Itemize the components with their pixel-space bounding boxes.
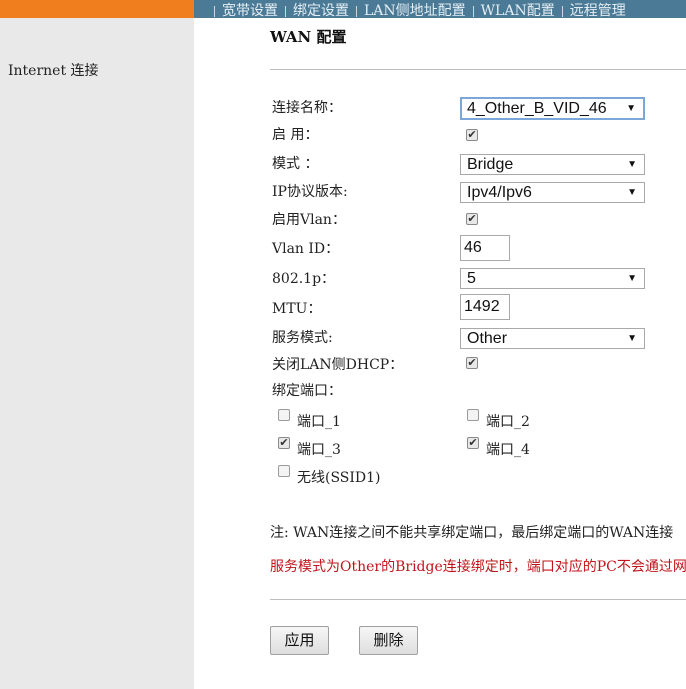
note-shared-ports: 注: WAN连接之间不能共享绑定端口，最后绑定端口的WAN连接 xyxy=(270,525,674,541)
port-1-checkbox[interactable] xyxy=(278,409,290,421)
nav-item-binding[interactable]: 绑定设置 xyxy=(285,4,356,18)
chevron-down-icon: ▼ xyxy=(627,333,637,344)
port-1-label: 端口_1 xyxy=(297,414,341,430)
disable-lan-dhcp-label: 关闭LAN侧DHCP： xyxy=(272,357,404,373)
port-2-label: 端口_2 xyxy=(486,414,530,430)
brand-strip xyxy=(0,0,194,18)
main-content: WAN 配置 连接名称： 4_Other_B_VID_46 ▼ 启 用： 模式 … xyxy=(194,18,686,689)
service-mode-label: 服务模式: xyxy=(272,330,333,346)
port-3-checkbox[interactable] xyxy=(278,437,290,449)
nav-item-broadband[interactable]: 宽带设置 xyxy=(214,4,285,18)
apply-button[interactable]: 应用 xyxy=(270,626,329,655)
priority-8021p-select[interactable]: 5 ▼ xyxy=(460,268,645,289)
connection-name-label: 连接名称： xyxy=(272,100,342,116)
delete-button[interactable]: 删除 xyxy=(359,626,418,655)
enable-checkbox[interactable] xyxy=(466,129,478,141)
nav-item-remote[interactable]: 远程管理 xyxy=(561,4,633,18)
ip-version-label: IP协议版本: xyxy=(272,184,348,200)
port-2-checkbox[interactable] xyxy=(467,409,479,421)
chevron-down-icon: ▼ xyxy=(627,273,637,284)
chevron-down-icon: ▼ xyxy=(627,187,637,198)
ssid1-checkbox[interactable] xyxy=(278,465,290,477)
service-mode-select[interactable]: Other ▼ xyxy=(460,328,645,349)
connection-name-value: 4_Other_B_VID_46 xyxy=(467,100,607,117)
ssid1-label: 无线(SSID1) xyxy=(297,470,381,486)
mode-value: Bridge xyxy=(467,156,514,173)
connection-name-select[interactable]: 4_Other_B_VID_46 ▼ xyxy=(460,97,645,120)
enable-vlan-label: 启用Vlan： xyxy=(272,212,346,228)
vlan-id-label: Vlan ID： xyxy=(272,241,340,257)
ip-version-select[interactable]: Ipv4/Ipv6 ▼ xyxy=(460,182,645,203)
mtu-label: MTU： xyxy=(272,301,322,317)
app-window: 宽带设置 绑定设置 LAN侧地址配置 WLAN配置 远程管理 Internet 连接 W… xyxy=(0,0,686,689)
nav-item-wlan[interactable]: WLAN配置 xyxy=(472,4,562,18)
enable-vlan-checkbox[interactable] xyxy=(466,213,478,225)
top-nav: 宽带设置 绑定设置 LAN侧地址配置 WLAN配置 远程管理 xyxy=(194,0,686,18)
nav-item-lan-address[interactable]: LAN侧地址配置 xyxy=(356,4,473,18)
priority-8021p-value: 5 xyxy=(467,270,476,287)
top-divider xyxy=(270,69,686,70)
bottom-divider xyxy=(270,599,686,600)
port-4-checkbox[interactable] xyxy=(467,437,479,449)
mode-select[interactable]: Bridge ▼ xyxy=(460,154,645,175)
chevron-down-icon: ▼ xyxy=(627,159,637,170)
chevron-down-icon: ▼ xyxy=(626,103,636,114)
ip-version-value: Ipv4/Ipv6 xyxy=(467,184,532,201)
vlan-id-input[interactable]: 46 xyxy=(460,235,510,261)
bind-ports-label: 绑定端口： xyxy=(272,383,342,399)
disable-lan-dhcp-checkbox[interactable] xyxy=(466,357,478,369)
mtu-input[interactable]: 1492 xyxy=(460,294,510,320)
enable-label: 启 用： xyxy=(272,127,319,143)
sidebar-item-internet[interactable]: Internet 连接 xyxy=(8,60,99,80)
priority-8021p-label: 802.1p： xyxy=(272,271,336,287)
port-3-label: 端口_3 xyxy=(297,442,341,458)
port-4-label: 端口_4 xyxy=(486,442,530,458)
note-other-bridge: 服务模式为Other的Bridge连接绑定时，端口对应的PC不会通过网 xyxy=(270,559,686,575)
service-mode-value: Other xyxy=(467,330,508,347)
mode-label: 模式 ： xyxy=(272,156,319,172)
page-title: WAN 配置 xyxy=(270,28,347,46)
sidebar: Internet 连接 xyxy=(0,18,194,689)
